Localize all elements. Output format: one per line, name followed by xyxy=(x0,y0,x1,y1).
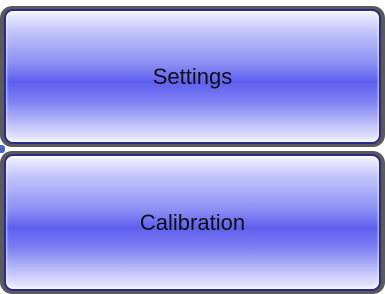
side-indicator xyxy=(0,145,5,153)
settings-button-label: Settings xyxy=(152,63,233,89)
settings-button[interactable]: Settings xyxy=(4,9,381,144)
settings-button-frame: Settings xyxy=(0,6,385,147)
calibration-button-frame: Calibration xyxy=(0,151,385,294)
calibration-button[interactable]: Calibration xyxy=(4,154,381,291)
calibration-button-label: Calibration xyxy=(139,209,246,235)
